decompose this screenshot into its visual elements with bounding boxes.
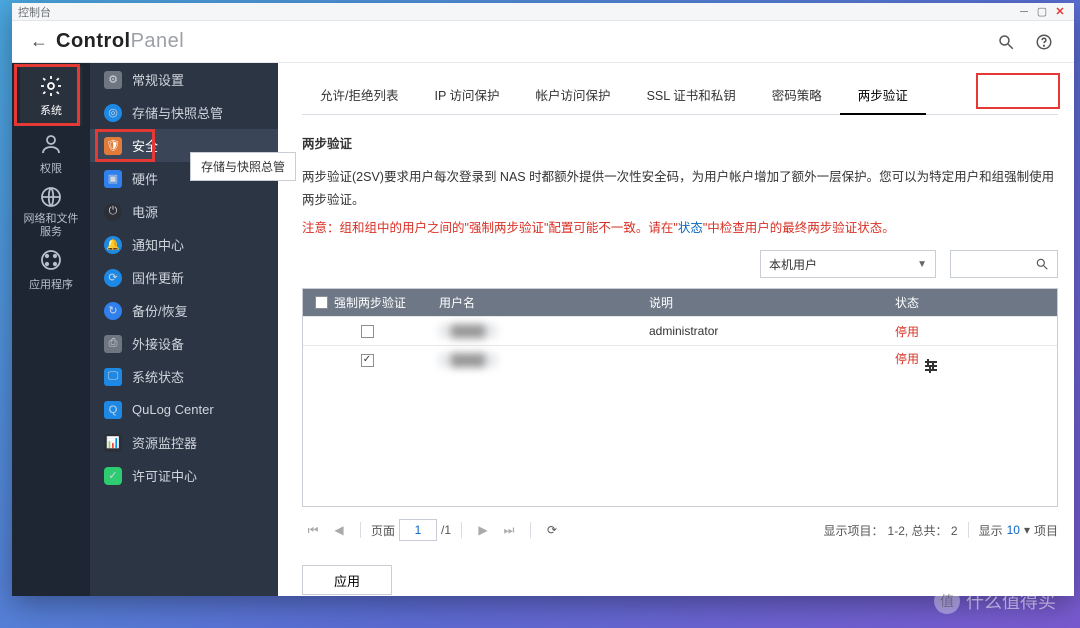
chevron-down-icon: ▼: [917, 259, 927, 270]
search-icon: [1035, 257, 1049, 271]
pager-first-button[interactable]: ⏮: [302, 519, 324, 541]
pager-page-input[interactable]: [399, 519, 437, 541]
highlight-tab-2sv: [976, 73, 1060, 109]
rail-label: 系统: [40, 102, 62, 118]
row-force-checkbox[interactable]: [361, 354, 374, 367]
note-status-link[interactable]: 状态: [678, 221, 703, 235]
back-button[interactable]: ←: [22, 31, 56, 52]
sidebar-item-firmware[interactable]: ⟳固件更新: [90, 261, 278, 294]
table-row[interactable]: ████ 停用: [303, 345, 1057, 374]
toolbar: ← ControlPanel: [12, 21, 1074, 63]
sidebar-item-status[interactable]: 🖵系统状态: [90, 360, 278, 393]
pager-refresh-button[interactable]: ⟳: [541, 519, 563, 541]
table-row[interactable]: ████ administrator 停用: [303, 316, 1057, 345]
user-search-input[interactable]: [950, 250, 1058, 278]
tab-2sv[interactable]: 两步验证: [840, 77, 926, 114]
username-cell: ████: [439, 324, 497, 338]
rail-label: 权限: [40, 160, 62, 176]
pager: ⏮ ◀ 页面 /1 ▶ ⏭ ⟳ 显示项目： 1-2, 总共： 2 显示: [302, 507, 1058, 547]
username-cell: ████: [439, 353, 497, 367]
row-force-checkbox[interactable]: [361, 325, 374, 338]
sidebar-item-resource[interactable]: 📊资源监控器: [90, 426, 278, 459]
status-cell: 停用: [895, 325, 919, 339]
window-close-button[interactable]: ✕: [1052, 5, 1068, 19]
app-title: ControlPanel: [56, 30, 184, 53]
sidebar-item-power[interactable]: ⏻电源: [90, 195, 278, 228]
pager-last-button[interactable]: ⏭: [498, 519, 520, 541]
tab-password-policy[interactable]: 密码策略: [754, 77, 840, 114]
category-rail: 系统 权限 网络和文件服务 应用程序: [12, 63, 90, 596]
rail-label: 网络和文件服务: [20, 213, 82, 239]
rail-item-apps[interactable]: 应用程序: [20, 241, 82, 299]
sidebar: ⚙常规设置 ◎存储与快照总管 🛡安全 ▣硬件 ⏻电源 🔔通知中心 ⟳固件更新 ↻…: [90, 63, 278, 596]
apply-button[interactable]: 应用: [302, 565, 392, 595]
pager-pagesize-select[interactable]: 10: [1007, 523, 1020, 537]
rail-item-system[interactable]: 系统: [20, 67, 82, 125]
content-pane: 允许/拒绝列表 IP 访问保护 帐户访问保护 SSL 证书和私钥 密码策略 两步…: [278, 63, 1074, 596]
pager-prev-button[interactable]: ◀: [328, 519, 350, 541]
sidebar-tooltip: 存储与快照总管: [190, 152, 296, 181]
table-header: 强制两步验证 用户名 说明 状态: [303, 289, 1057, 316]
window-title: 控制台: [18, 4, 51, 20]
tab-ssl[interactable]: SSL 证书和私钥: [629, 77, 754, 114]
scope-select[interactable]: 本机用户 ▼: [760, 250, 936, 278]
window-minimize-button[interactable]: ─: [1016, 5, 1032, 19]
pager-next-button[interactable]: ▶: [472, 519, 494, 541]
chevron-down-icon: ▾: [1024, 523, 1030, 537]
user-table: 强制两步验证 用户名 说明 状态 ████ administrator 停用 █…: [302, 288, 1058, 507]
sidebar-item-storage[interactable]: ◎存储与快照总管: [90, 96, 278, 129]
section-note: 注意：组和组中的用户之间的"强制两步验证"配置可能不一致。请在"状态"中检查用户…: [302, 217, 1058, 236]
status-cell: 停用: [895, 352, 919, 366]
sidebar-item-backup[interactable]: ↻备份/恢复: [90, 294, 278, 327]
select-all-checkbox[interactable]: [315, 296, 328, 309]
tab-allow-deny[interactable]: 允许/拒绝列表: [302, 77, 416, 114]
rail-item-network[interactable]: 网络和文件服务: [20, 183, 82, 241]
settings-icon[interactable]: [925, 361, 937, 371]
sidebar-item-external[interactable]: ⎙外接设备: [90, 327, 278, 360]
window-maximize-button[interactable]: ▢: [1034, 5, 1050, 19]
section-description: 两步验证(2SV)要求用户每次登录到 NAS 时都额外提供一次性安全码，为用户帐…: [302, 166, 1058, 211]
search-icon[interactable]: [994, 30, 1018, 54]
sidebar-item-notification[interactable]: 🔔通知中心: [90, 228, 278, 261]
rail-item-privilege[interactable]: 权限: [20, 125, 82, 183]
sidebar-item-license[interactable]: ✓许可证中心: [90, 459, 278, 492]
app-window: 控制台 ─ ▢ ✕ ← ControlPanel 系统 权限: [12, 3, 1074, 596]
titlebar: 控制台 ─ ▢ ✕: [12, 3, 1074, 21]
help-icon[interactable]: [1032, 30, 1056, 54]
desc-cell: administrator: [641, 324, 887, 338]
sidebar-item-general[interactable]: ⚙常规设置: [90, 63, 278, 96]
section-title: 两步验证: [302, 133, 1058, 152]
sidebar-item-qulog[interactable]: QQuLog Center: [90, 393, 278, 426]
rail-label: 应用程序: [29, 276, 73, 292]
tab-ip-protection[interactable]: IP 访问保护: [416, 77, 517, 114]
tab-bar: 允许/拒绝列表 IP 访问保护 帐户访问保护 SSL 证书和私钥 密码策略 两步…: [302, 77, 1058, 115]
tab-account-protection[interactable]: 帐户访问保护: [518, 77, 629, 114]
